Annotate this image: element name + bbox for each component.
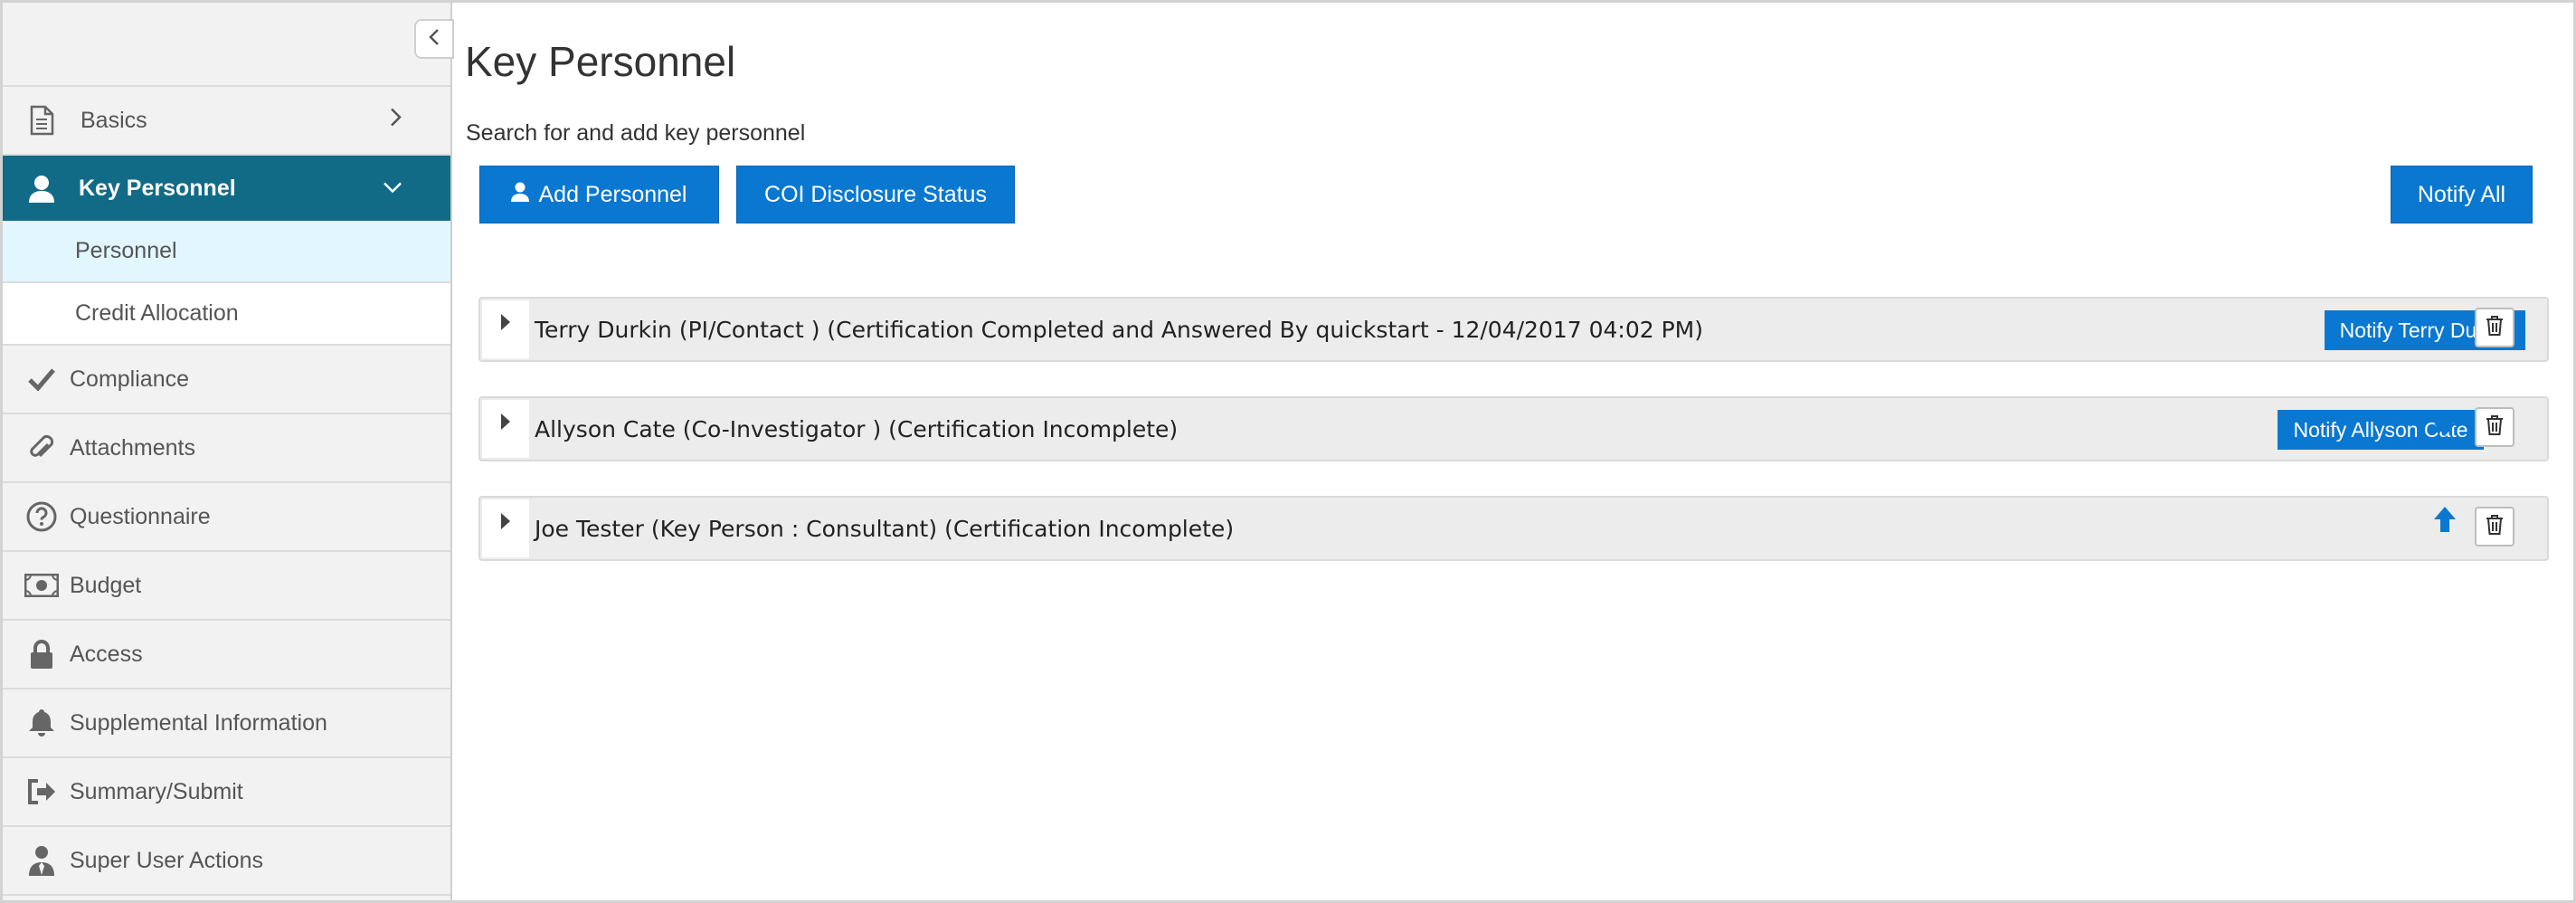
person-icon	[24, 171, 59, 205]
personnel-row-joe-tester: Joe Tester (Key Person : Consultant) (Ce…	[478, 496, 2549, 561]
sidebar-item-label: Access	[70, 641, 143, 667]
delete-person-button[interactable]	[2475, 308, 2514, 347]
add-personnel-label: Add Personnel	[538, 181, 687, 207]
sidebar-item-access[interactable]: Access	[3, 621, 450, 689]
personnel-row-allyson-cate: Allyson Cate (Co-Investigator ) (Certifi…	[478, 396, 2549, 461]
sidebar-item-questionnaire[interactable]: Questionnaire	[3, 483, 450, 552]
delete-person-button[interactable]	[2475, 407, 2514, 447]
sidebar-item-label: Supplemental Information	[70, 709, 327, 736]
sidebar-item-compliance[interactable]: Compliance	[3, 346, 450, 414]
notify-all-button[interactable]: Notify All	[2391, 166, 2533, 223]
bell-icon	[24, 706, 59, 740]
sidebar-item-label: Attachments	[70, 434, 195, 461]
caret-right-icon	[500, 413, 511, 435]
sidebar-collapse-button[interactable]	[414, 19, 454, 59]
document-icon	[24, 103, 59, 138]
expand-row-button[interactable]	[482, 499, 529, 557]
sidebar-header	[3, 3, 450, 87]
expand-row-button[interactable]	[482, 300, 529, 358]
move-up-arrow-icon[interactable]	[2432, 505, 2458, 536]
caret-right-icon	[500, 313, 511, 336]
sidebar-item-key-personnel[interactable]: Key Personnel	[3, 156, 450, 221]
personnel-title: Allyson Cate (Co-Investigator ) (Certifi…	[535, 416, 1179, 442]
trash-icon	[2486, 514, 2504, 540]
notify-all-label: Notify All	[2417, 181, 2506, 207]
chevron-left-icon	[428, 28, 440, 51]
sidebar-item-label: Summary/Submit	[70, 778, 243, 804]
trash-icon	[2486, 315, 2504, 341]
lock-icon	[24, 637, 59, 671]
personnel-row-terry-durkin: Terry Durkin (PI/Contact ) (Certificatio…	[478, 297, 2549, 362]
sidebar-item-supplemental-information[interactable]: Supplemental Information	[3, 689, 450, 758]
sidebar-subitem-label: Credit Allocation	[75, 300, 239, 326]
sidebar-subitem-label: Personnel	[75, 238, 177, 263]
question-circle-icon	[24, 499, 59, 534]
sidebar: Basics Key Personnel Personnel Credit Al…	[3, 3, 452, 900]
personnel-title: Joe Tester (Key Person : Consultant) (Ce…	[535, 516, 1235, 542]
expand-row-button[interactable]	[482, 400, 529, 458]
move-down-arrow-icon[interactable]	[2432, 409, 2458, 440]
sidebar-item-label: Questionnaire	[70, 503, 211, 529]
sidebar-item-label: Compliance	[70, 366, 190, 392]
sidebar-item-budget[interactable]: Budget	[3, 552, 450, 621]
sidebar-subitem-personnel[interactable]: Personnel	[3, 221, 450, 283]
personnel-title: Terry Durkin (PI/Contact ) (Certificatio…	[535, 317, 1704, 343]
check-icon	[24, 362, 59, 396]
sidebar-item-summary-submit[interactable]: Summary/Submit	[3, 758, 450, 827]
sidebar-item-label: Key Personnel	[79, 175, 236, 201]
caret-right-icon	[500, 512, 511, 535]
chevron-right-icon	[389, 107, 403, 135]
coi-disclosure-status-label: COI Disclosure Status	[764, 181, 987, 207]
delete-person-button[interactable]	[2475, 507, 2514, 547]
sidebar-subitem-credit-allocation[interactable]: Credit Allocation	[3, 283, 450, 346]
sidebar-item-label: Super User Actions	[70, 847, 263, 873]
money-icon	[24, 568, 59, 603]
sidebar-item-basics[interactable]: Basics	[3, 87, 450, 156]
sidebar-item-label: Budget	[70, 572, 142, 598]
main-content: Key Personnel Search for and add key per…	[452, 3, 2573, 900]
paperclip-icon	[24, 431, 59, 465]
page-title: Key Personnel	[465, 38, 736, 85]
add-personnel-button[interactable]: Add Personnel	[479, 166, 719, 223]
sign-out-icon	[24, 775, 59, 809]
sidebar-item-label: Basics	[80, 107, 147, 133]
chevron-down-icon	[382, 176, 403, 202]
user-tie-icon	[24, 843, 59, 878]
trash-icon	[2486, 414, 2504, 441]
sidebar-item-attachments[interactable]: Attachments	[3, 414, 450, 483]
page-subtitle: Search for and add key personnel	[466, 120, 806, 146]
coi-disclosure-status-button[interactable]: COI Disclosure Status	[736, 166, 1015, 223]
sidebar-item-super-user-actions[interactable]: Super User Actions	[3, 827, 450, 896]
person-icon	[511, 182, 530, 208]
